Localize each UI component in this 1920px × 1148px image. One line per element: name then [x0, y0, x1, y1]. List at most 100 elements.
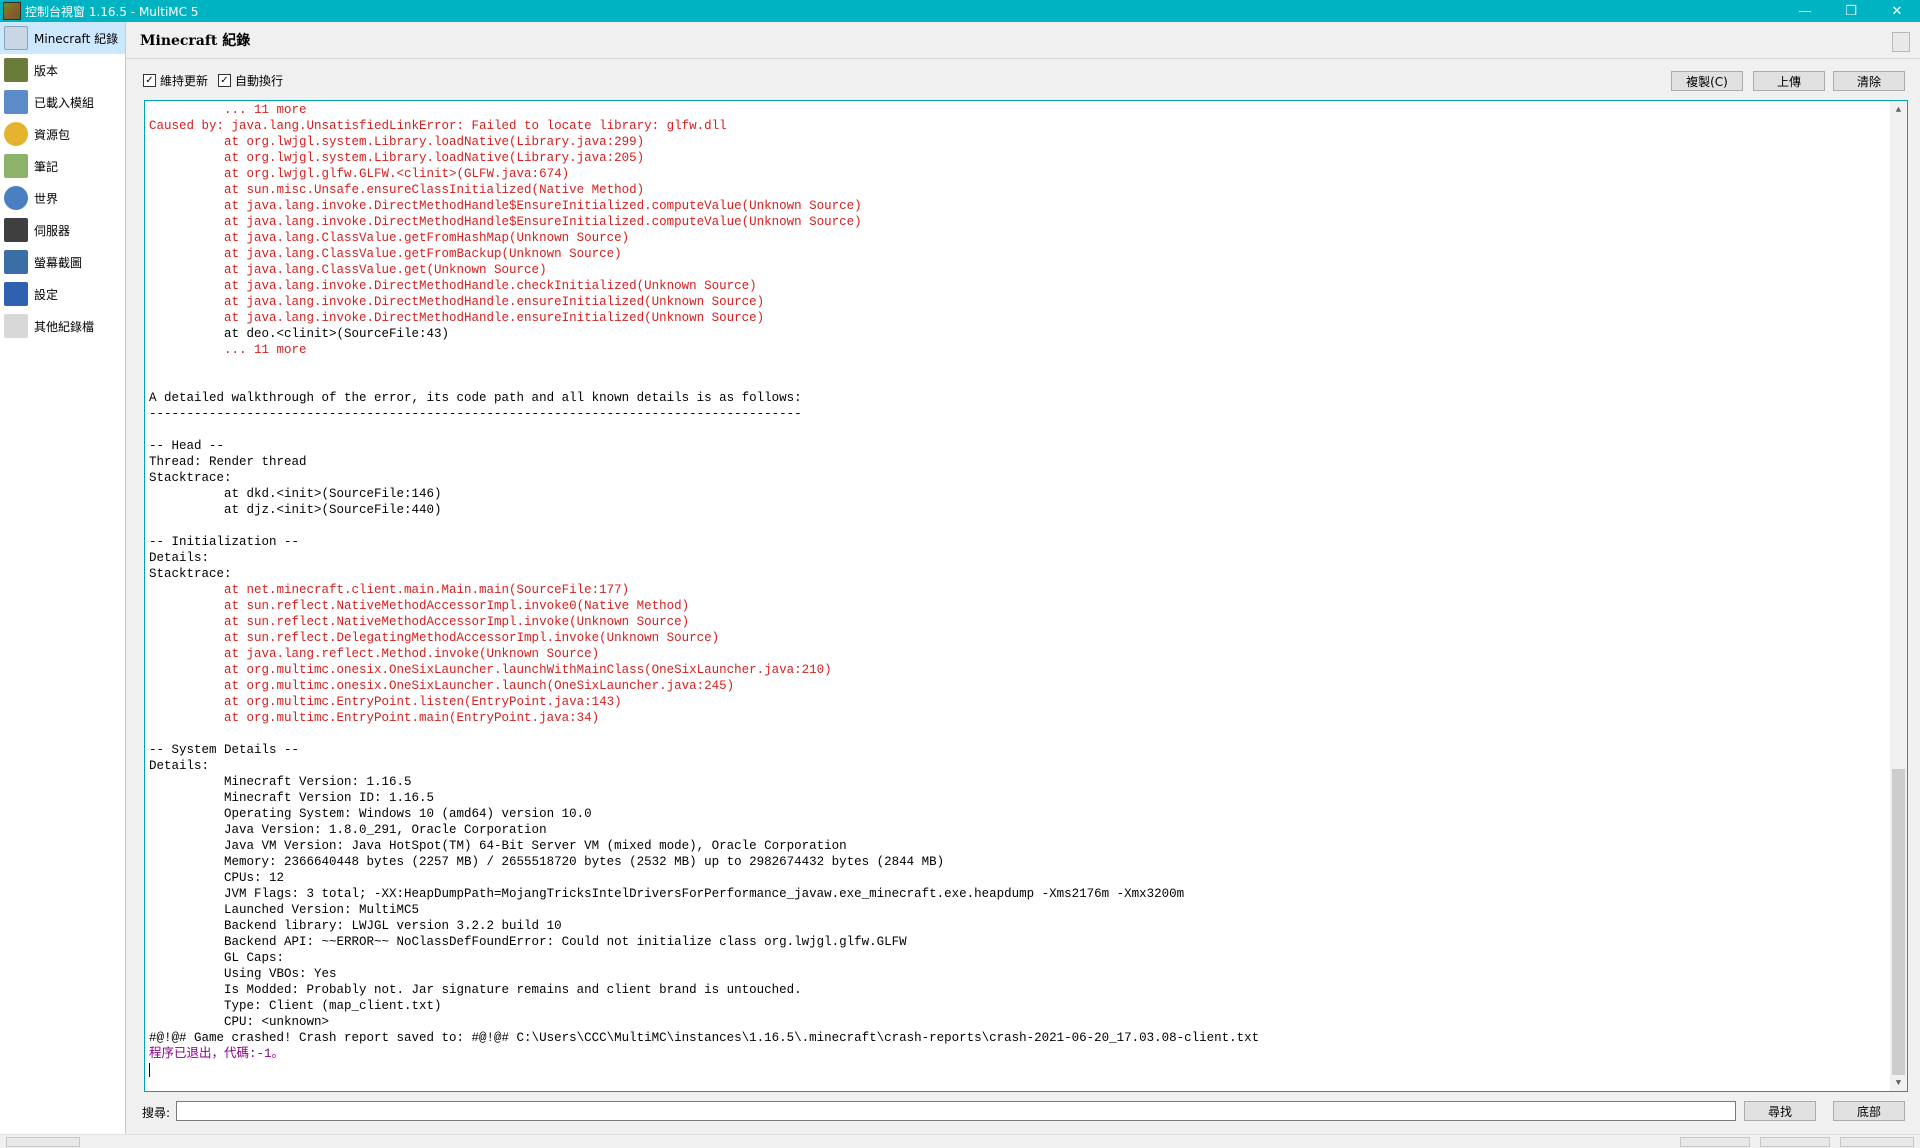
log-line: at java.lang.invoke.DirectMethodHandle.e… — [149, 295, 765, 309]
log-line: ... 11 more — [149, 103, 307, 117]
log-line: Using VBOs: Yes — [149, 967, 337, 981]
log-line: at java.lang.invoke.DirectMethodHandle.e… — [149, 311, 765, 325]
search-label: 搜尋: — [142, 1106, 171, 1120]
log-icon — [4, 26, 28, 50]
log-line: Stacktrace: — [149, 471, 232, 485]
log-line: at java.lang.ClassValue.getFromHashMap(U… — [149, 231, 630, 245]
sidebar-item-resource-packs[interactable]: 資源包 — [0, 118, 125, 150]
log-line: JVM Flags: 3 total; -XX:HeapDumpPath=Moj… — [149, 887, 1185, 901]
sidebar-item-other-logs[interactable]: 其他紀錄檔 — [0, 310, 125, 342]
log-line: Details: — [149, 551, 210, 565]
log-line: -- System Details -- — [149, 743, 300, 757]
mods-icon — [4, 90, 28, 114]
search-input[interactable] — [176, 1101, 1736, 1121]
sidebar-item-label: 伺服器 — [34, 223, 71, 238]
log-line: Type: Client (map_client.txt) — [149, 999, 442, 1013]
log-line: Backend API: ~~ERROR~~ NoClassDefFoundEr… — [149, 935, 907, 949]
server-icon — [4, 218, 28, 242]
log-lines: ... 11 more Caused by: java.lang.Unsatisf… — [149, 102, 1883, 1077]
sidebar-item-loaded-mods[interactable]: 已載入模組 — [0, 86, 125, 118]
log-line: at deo.<clinit>(SourceFile:43) — [149, 327, 450, 341]
notes-icon — [4, 154, 28, 178]
log-line: Details: — [149, 759, 210, 773]
minimize-button[interactable]: — — [1782, 0, 1828, 22]
log-line: Operating System: Windows 10 (amd64) ver… — [149, 807, 592, 821]
sidebar-item-label: 版本 — [34, 63, 59, 78]
log-line: GL Caps: — [149, 951, 285, 965]
log-line: at org.lwjgl.glfw.GLFW.<clinit>(GLFW.jav… — [149, 167, 570, 181]
keep-updating-label: 維持更新 — [160, 74, 209, 88]
page-help-icon[interactable] — [1892, 32, 1910, 52]
checkbox-checked-icon: ✓ — [143, 74, 156, 87]
log-toolbar: ✓ 維持更新 ✓ 自動換行 複製(C) 上傳 清除 — [140, 68, 1910, 94]
log-line: at sun.reflect.NativeMethodAccessorImpl.… — [149, 599, 690, 613]
sidebar-item-label: 其他紀錄檔 — [34, 319, 95, 334]
screenshots-icon — [4, 250, 28, 274]
log-line: at org.multimc.EntryPoint.main(EntryPoin… — [149, 711, 600, 725]
sidebar-item-settings[interactable]: 設定 — [0, 278, 125, 310]
log-line: CPUs: 12 — [149, 871, 285, 885]
sidebar-item-label: 已載入模組 — [34, 95, 95, 110]
bottom-button[interactable]: 底部 — [1833, 1101, 1905, 1121]
log-line: at java.lang.reflect.Method.invoke(Unkno… — [149, 647, 600, 661]
keep-updating-checkbox[interactable]: ✓ 維持更新 — [143, 72, 208, 89]
log-line: at java.lang.invoke.DirectMethodHandle$E… — [149, 215, 862, 229]
log-line: at org.lwjgl.system.Library.loadNative(L… — [149, 135, 645, 149]
auto-wrap-checkbox[interactable]: ✓ 自動換行 — [218, 72, 283, 89]
close-button[interactable]: ✕ — [1874, 0, 1920, 22]
log-scrollbar[interactable]: ▲ ▼ — [1890, 101, 1907, 1091]
log-line: Memory: 2366640448 bytes (2257 MB) / 265… — [149, 855, 945, 869]
search-row: 搜尋: 尋找 底部 — [140, 1099, 1910, 1123]
sidebar: Minecraft 紀錄 版本 已載入模組 資源包 筆記 世界 伺服器 螢幕截圖… — [0, 22, 126, 1134]
settings-icon — [4, 282, 28, 306]
sidebar-item-minecraft-log[interactable]: Minecraft 紀錄 — [0, 22, 125, 54]
log-output[interactable]: ... 11 more Caused by: java.lang.Unsatisf… — [144, 100, 1908, 1092]
status-bar — [0, 1134, 1920, 1148]
sidebar-item-label: 世界 — [34, 191, 59, 206]
log-line: at sun.reflect.NativeMethodAccessorImpl.… — [149, 615, 690, 629]
scroll-up-arrow-icon[interactable]: ▲ — [1890, 101, 1907, 118]
sidebar-item-worlds[interactable]: 世界 — [0, 182, 125, 214]
log-line: at dkd.<init>(SourceFile:146) — [149, 487, 442, 501]
log-line: Java Version: 1.8.0_291, Oracle Corporat… — [149, 823, 547, 837]
log-line: Caused by: java.lang.UnsatisfiedLinkErro… — [149, 119, 727, 133]
log-line: ----------------------------------------… — [149, 407, 802, 421]
sidebar-item-screenshots[interactable]: 螢幕截圖 — [0, 246, 125, 278]
find-button[interactable]: 尋找 — [1744, 1101, 1816, 1121]
log-line: 程序已退出，代碼:-1。 — [149, 1047, 285, 1061]
log-line: Thread: Render thread — [149, 455, 307, 469]
status-segment — [1760, 1137, 1830, 1147]
log-line: #@!@# Game crashed! Crash report saved t… — [149, 1031, 1260, 1045]
auto-wrap-label: 自動換行 — [235, 74, 284, 88]
log-line: Minecraft Version: 1.16.5 — [149, 775, 412, 789]
upload-button[interactable]: 上傳 — [1753, 71, 1825, 91]
sidebar-item-notes[interactable]: 筆記 — [0, 150, 125, 182]
log-line: Backend library: LWJGL version 3.2.2 bui… — [149, 919, 562, 933]
sidebar-item-version[interactable]: 版本 — [0, 54, 125, 86]
page-title: Minecraft 紀錄 — [140, 33, 251, 49]
scroll-thumb[interactable] — [1892, 769, 1905, 1075]
sidebar-item-label: 設定 — [34, 287, 59, 302]
sidebar-item-label: 筆記 — [34, 159, 59, 174]
maximize-button[interactable]: ❐ — [1828, 0, 1874, 22]
log-line: at org.multimc.EntryPoint.listen(EntryPo… — [149, 695, 622, 709]
log-line: -- Head -- — [149, 439, 225, 453]
version-icon — [4, 58, 28, 82]
window-titlebar: 控制台視窗 1.16.5 - MultiMC 5 — ❐ ✕ — [0, 0, 1920, 22]
log-line: at net.minecraft.client.main.Main.main(S… — [149, 583, 630, 597]
scroll-down-arrow-icon[interactable]: ▼ — [1890, 1074, 1907, 1091]
log-line: Launched Version: MultiMC5 — [149, 903, 420, 917]
log-line: at java.lang.ClassValue.get(Unknown Sour… — [149, 263, 547, 277]
log-line: at org.multimc.onesix.OneSixLauncher.lau… — [149, 663, 832, 677]
log-line: at sun.reflect.DelegatingMethodAccessorI… — [149, 631, 720, 645]
text-caret — [149, 1063, 150, 1077]
sidebar-item-servers[interactable]: 伺服器 — [0, 214, 125, 246]
copy-button[interactable]: 複製(C) — [1671, 71, 1743, 91]
clear-button[interactable]: 清除 — [1833, 71, 1905, 91]
log-line: Is Modded: Probably not. Jar signature r… — [149, 983, 802, 997]
window-title: 控制台視窗 1.16.5 - MultiMC 5 — [25, 4, 199, 19]
